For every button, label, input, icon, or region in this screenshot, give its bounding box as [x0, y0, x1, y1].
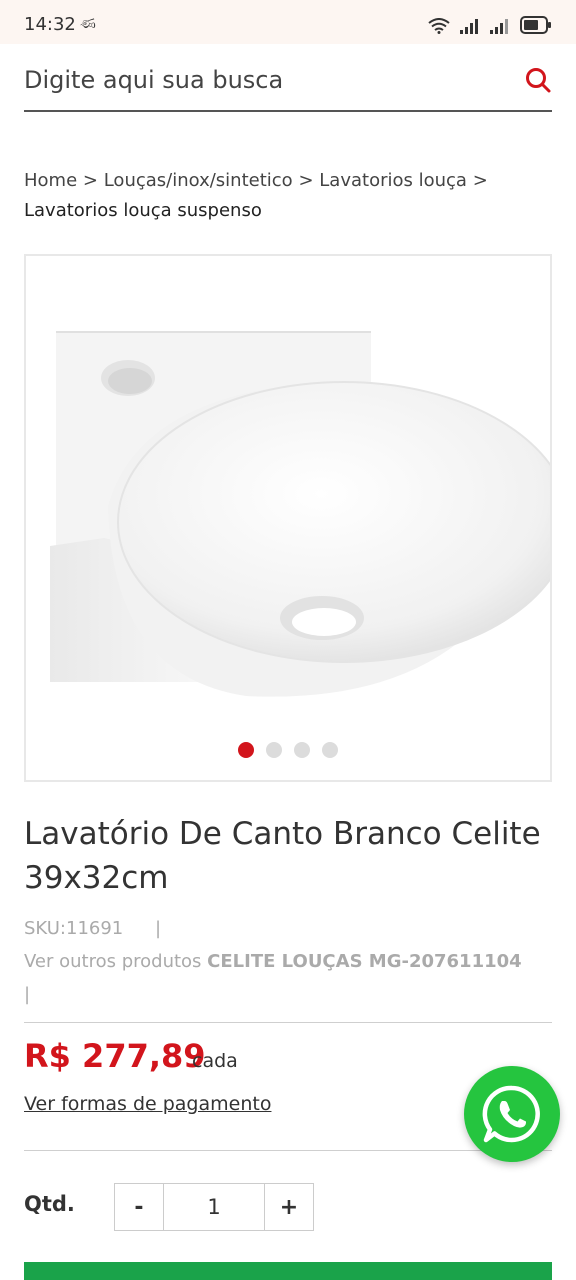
- gallery-dot[interactable]: [322, 742, 338, 758]
- gallery-dot[interactable]: [266, 742, 282, 758]
- battery-icon: [520, 16, 551, 34]
- see-other-prefix: Ver outros produtos: [24, 951, 202, 972]
- search-icon[interactable]: [524, 66, 552, 94]
- breadcrumb-current: Lavatorios louça suspenso: [24, 200, 262, 221]
- signal-icon: [460, 19, 478, 34]
- wifi-icon: [428, 18, 450, 34]
- quantity-increase-button[interactable]: +: [265, 1184, 313, 1230]
- payment-options-link[interactable]: Ver formas de pagamento: [24, 1093, 271, 1115]
- breadcrumb-separator: >: [82, 170, 98, 191]
- gallery-dot[interactable]: [238, 742, 254, 758]
- buy-button[interactable]: [24, 1262, 552, 1280]
- divider: [24, 1150, 552, 1151]
- quantity-label: Qtd.: [24, 1192, 75, 1216]
- breadcrumb-separator: >: [472, 170, 488, 191]
- quantity-stepper: - 1 +: [114, 1183, 314, 1231]
- search-input[interactable]: [24, 60, 504, 100]
- quantity-input[interactable]: 1: [163, 1184, 265, 1230]
- product-sku: SKU:11691: [24, 918, 124, 939]
- breadcrumb-separator: >: [298, 170, 314, 191]
- breadcrumb-loucas[interactable]: Louças/inox/sintetico: [104, 170, 293, 191]
- product-image[interactable]: [26, 256, 550, 780]
- price-unit: cada: [192, 1050, 238, 1072]
- breadcrumb: Home > Louças/inox/sintetico > Lavatorio…: [24, 166, 552, 226]
- see-other-products-link[interactable]: Ver outros produtos CELITE LOUÇAS MG-207…: [24, 951, 522, 972]
- status-time: 14:32: [24, 14, 76, 35]
- meta-separator: |: [154, 918, 162, 939]
- breadcrumb-lavatorios[interactable]: Lavatorios louça: [319, 170, 467, 191]
- product-gallery[interactable]: [24, 254, 552, 782]
- product-title: Lavatório De Canto Branco Celite 39x32cm: [24, 816, 541, 896]
- product-brand: CELITE LOUÇAS MG-207611104: [207, 951, 522, 972]
- divider: [24, 1022, 552, 1023]
- meta-separator: |: [24, 984, 31, 1005]
- quantity-decrease-button[interactable]: -: [115, 1184, 163, 1230]
- gallery-dot[interactable]: [294, 742, 310, 758]
- status-extra: ණ: [80, 16, 96, 32]
- signal-icon-secondary: [490, 19, 508, 34]
- search-bar: [24, 52, 552, 112]
- product-meta: SKU:11691 | Ver outros produtos CELITE L…: [24, 912, 552, 1011]
- status-icons: [428, 16, 552, 34]
- status-bar: 14:32 ණ: [0, 0, 576, 44]
- whatsapp-icon: [482, 1085, 540, 1143]
- breadcrumb-home[interactable]: Home: [24, 170, 77, 191]
- whatsapp-button[interactable]: [464, 1066, 560, 1162]
- product-price: R$ 277,89: [24, 1037, 206, 1075]
- gallery-dots: [26, 742, 550, 758]
